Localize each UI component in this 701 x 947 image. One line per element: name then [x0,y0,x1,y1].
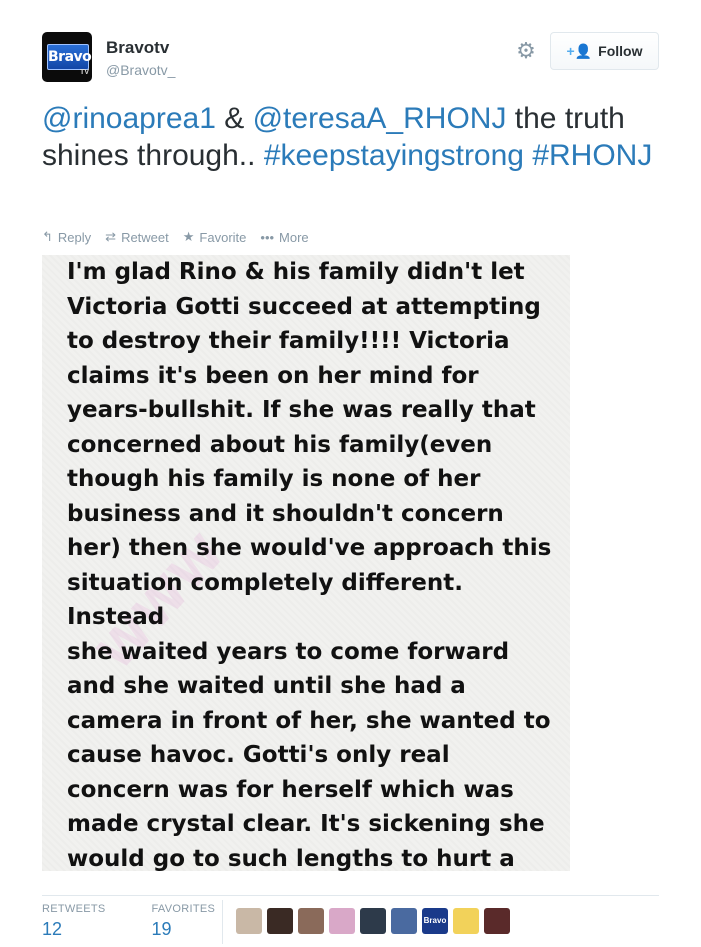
favoriter-avatar[interactable] [267,908,293,934]
retweets-count: 12 [42,919,63,939]
bravo-logo: Bravo [47,44,92,70]
star-icon: ★ [182,229,195,244]
hashtag-link[interactable]: #keepstayingstrong [264,139,524,172]
reply-icon: ↰ [42,229,53,244]
favorite-label: Favorite [199,229,247,245]
favoriter-avatar[interactable] [453,908,479,934]
photo-text-line: though his family is none of her [67,466,481,492]
mention-link[interactable]: @teresaA_RHONJ [253,102,507,135]
tweet-stats: RETWEETS 12 FAVORITES 19 [42,903,261,940]
more-action[interactable]: ••• More [260,228,308,246]
photo-text-line: cause havoc. Gotti's only real [67,742,450,768]
tweet-header: Bravo TV Bravotv @Bravotv_ ⚙ +👤 Follow [42,32,659,84]
photo-text-line: concerned about his family(even [67,431,493,458]
photo-text-line: business and it shouldn't concern [67,500,504,527]
divider [42,895,659,896]
photo-text-line: years-bullshit. If she was really that [67,397,536,423]
favoriter-avatar[interactable] [484,908,510,934]
reply-label: Reply [57,229,92,245]
more-label: More [279,229,309,245]
tweet-photo[interactable]: WWW I'm glad Rino & his family didn't le… [42,255,570,871]
photo-text-line: would go to such lengths to hurt a [67,845,515,872]
tv-label: TV [80,69,89,76]
photo-text: I'm glad Rino & his family didn't let Vic… [67,255,562,871]
favorites-stat[interactable]: FAVORITES 19 [152,903,216,940]
photo-text-line: to destroy their family!!!! Victoria [67,328,510,354]
photo-text-line: made crystal clear. It's sickening she [67,811,545,837]
retweet-label: Retweet [121,229,169,245]
favorites-label: FAVORITES [151,903,216,915]
retweets-stat[interactable]: RETWEETS 12 [42,903,106,940]
favoriter-avatar[interactable] [329,908,355,934]
favorites-count: 19 [151,919,172,939]
gear-icon[interactable]: ⚙ [514,39,538,63]
favoriter-avatar[interactable]: Bravo [422,908,448,934]
stats-separator [222,900,223,944]
retweet-icon: ⇄ [105,229,117,244]
follow-button[interactable]: +👤 Follow [550,32,659,70]
photo-text-line: her) then she would've approach this [67,535,552,561]
photo-text-line: I'm glad Rino & his family didn't let [67,259,525,285]
favoriter-avatar[interactable] [298,908,324,934]
photo-text-line: she waited years to come forward [67,638,510,665]
add-user-icon: +👤 [566,42,593,59]
retweet-action[interactable]: ⇄ Retweet [105,228,169,246]
favoriter-avatars: Bravo [236,908,510,934]
photo-text-line: camera in front of her, she wanted to [67,707,551,734]
photo-text-line: concern was for herself which was [67,776,514,803]
photo-text-line: situation completely different. Instead [67,569,463,631]
retweets-label: RETWEETS [42,903,106,915]
photo-text-line: and she waited until she had a [67,673,466,699]
more-icon: ••• [260,229,275,245]
account-avatar[interactable]: Bravo TV [42,32,92,82]
favoriter-avatar[interactable] [360,908,386,934]
hashtag-link[interactable]: #RHONJ [532,139,652,172]
favoriter-avatar[interactable] [236,908,262,934]
favoriter-avatar[interactable] [391,908,417,934]
reply-action[interactable]: ↰ Reply [42,228,91,246]
mention-link[interactable]: @rinoaprea1 [42,102,216,135]
account-handle[interactable]: @Bravotv_ [106,62,175,78]
photo-text-line: Victoria Gotti succeed at attempting [67,293,541,320]
favorite-action[interactable]: ★ Favorite [183,228,247,246]
tweet-actions: ↰ Reply ⇄ Retweet ★ Favorite ••• More [42,228,309,246]
photo-text-line: claims it's been on her mind for [67,362,479,389]
tweet-text-part: & [215,102,253,135]
follow-label: Follow [598,43,643,59]
account-name[interactable]: Bravotv [106,38,169,58]
tweet-text: @rinoaprea1 & @teresaA_RHONJ the truth s… [42,100,662,174]
